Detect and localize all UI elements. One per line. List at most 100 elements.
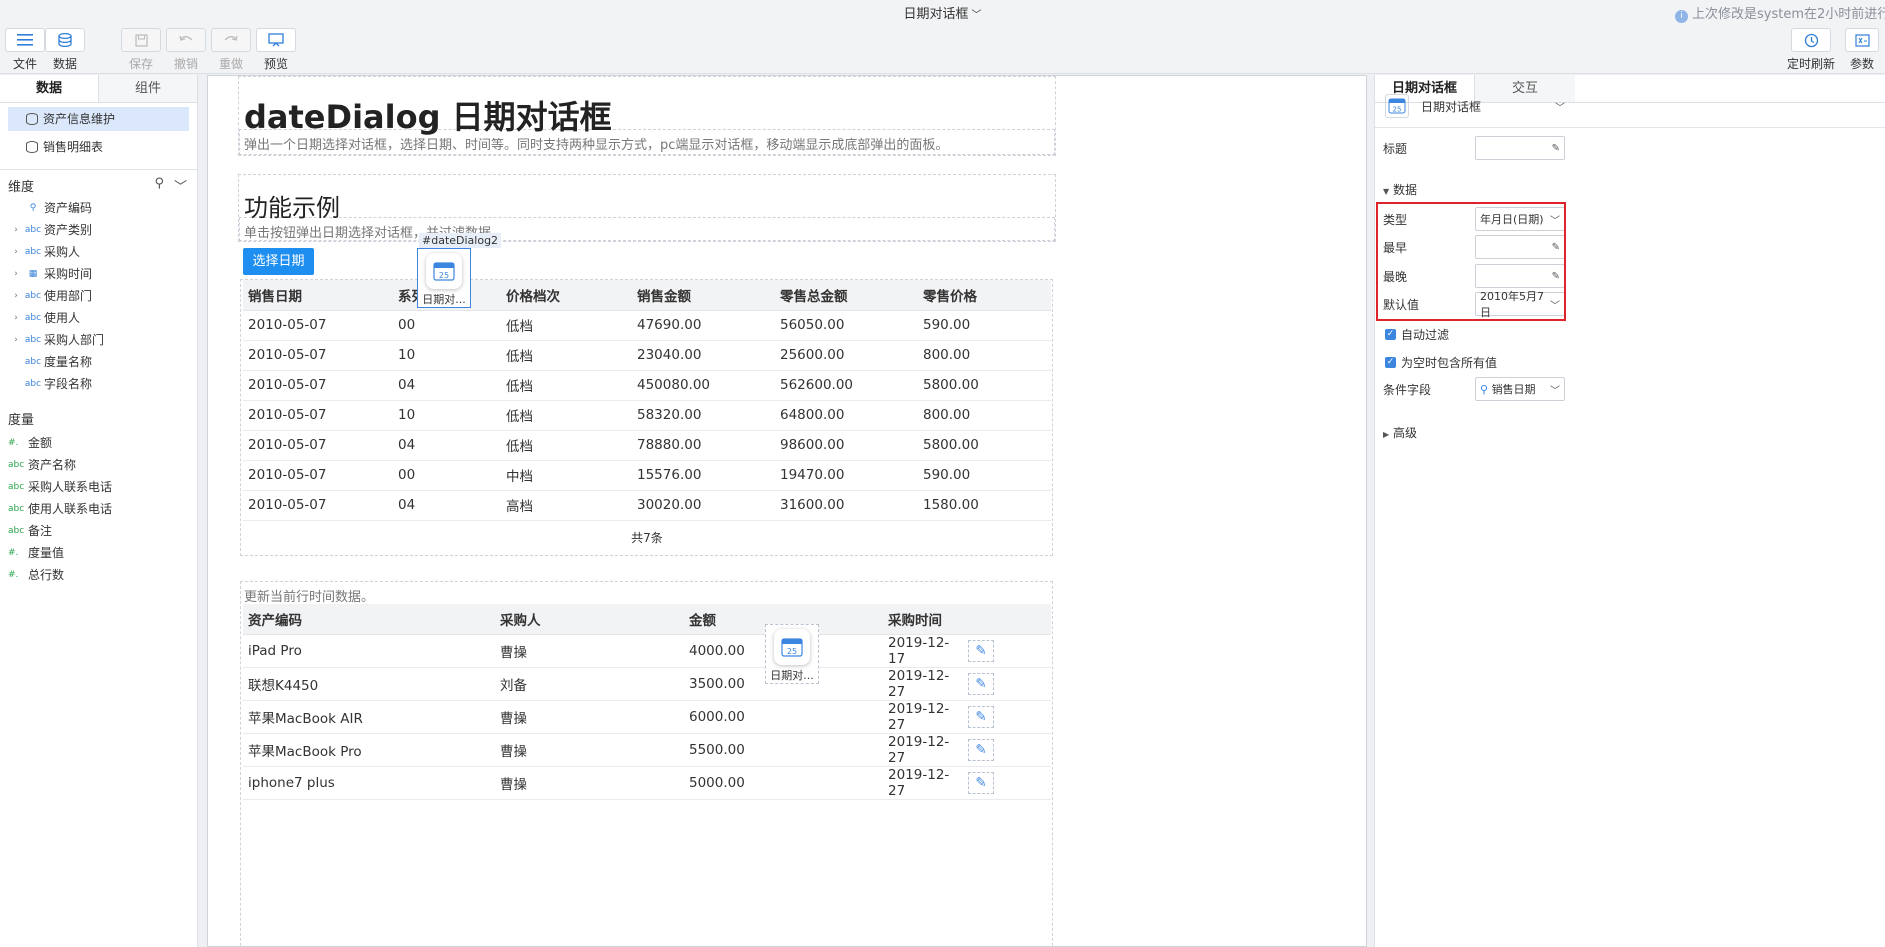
table-cell: 曹操 [495, 700, 684, 734]
edit-icon[interactable]: ✎ [1552, 143, 1560, 154]
row-count: 共7条 [631, 531, 663, 545]
measure-field[interactable]: abc 采购人联系电话 [0, 476, 198, 498]
design-canvas[interactable]: dateDialog 日期对话框 弹出一个日期选择对话框，选择日期、时间等。同时… [207, 75, 1367, 947]
chevron-down-icon[interactable]: ﹀ [174, 176, 187, 195]
column-header[interactable]: 销售日期 [243, 280, 393, 311]
dimension-field[interactable]: abc 度量名称 [10, 351, 197, 373]
title-input[interactable]: ✎ [1475, 136, 1565, 160]
advanced-section-header[interactable]: ▶ 高级 [1375, 422, 1885, 442]
edit-icon[interactable]: ✎ [968, 738, 994, 761]
table-row[interactable]: iphone7 plus 曹操 5000.00 2019-12-27 ✎ [243, 766, 1051, 800]
search-icon[interactable]: ⚲ [154, 176, 164, 195]
dimension-pin-icon: ⚲ [29, 203, 37, 213]
tab-data[interactable]: 数据 [0, 75, 99, 102]
data-button[interactable]: 数据 [42, 28, 88, 72]
table-cell: 低档 [501, 430, 632, 461]
edit-cell: ✎ [963, 733, 1051, 767]
measure-field[interactable]: abc 使用人联系电话 [0, 498, 198, 520]
svg-text:25: 25 [787, 647, 797, 656]
table-row[interactable]: 2010-05-07 04 高档 30020.00 31600.00 1580.00 [243, 490, 1051, 521]
measure-field[interactable]: #. 度量值 [0, 542, 198, 564]
column-header[interactable]: 价格档次 [501, 280, 632, 311]
text-type-icon: abc [24, 379, 42, 389]
save-button[interactable]: 保存 [118, 28, 164, 72]
text-type-icon: abc [24, 335, 42, 345]
measure-field[interactable]: #. 总行数 [0, 564, 198, 586]
measure-field[interactable]: #. 金额 [0, 432, 198, 454]
table-cell: 低档 [501, 370, 632, 401]
include-all-checkbox[interactable]: ✓ 为空时包含所有值 [1385, 354, 1497, 371]
table-row[interactable]: 2010-05-07 00 中档 15576.00 19470.00 590.00 [243, 460, 1051, 491]
dimension-header: 维度 ⚲ ﹀ [8, 176, 187, 195]
dimension-field[interactable]: abc 字段名称 [10, 373, 197, 395]
chevron-down-icon: ﹀ [1555, 102, 1565, 114]
caret-right-icon: ▶ [1383, 429, 1390, 439]
undo-button[interactable]: 撤销 [163, 28, 209, 72]
data-section-header[interactable]: ▼ 数据 [1375, 179, 1885, 199]
dimension-field[interactable]: › abc 采购人部门 [10, 329, 197, 351]
table-row[interactable]: 2010-05-07 10 低档 23040.00 25600.00 800.00 [243, 340, 1051, 371]
table-row[interactable]: 2010-05-07 00 低档 47690.00 56050.00 590.00 [243, 310, 1051, 341]
table-row[interactable]: 联想K4450 刘备 3500.00 2019-12-27 ✎ [243, 667, 1051, 701]
dimension-field[interactable]: › abc 使用部门 [10, 285, 197, 307]
table-row[interactable]: 2010-05-07 04 低档 450080.00 562600.00 5800.00 [243, 370, 1051, 401]
scheduled-refresh-button[interactable]: 定时刷新 [1783, 28, 1839, 72]
table-cell: 00 [393, 310, 501, 341]
column-header[interactable]: 零售总金额 [775, 280, 918, 311]
tab-components[interactable]: 组件 [99, 75, 197, 102]
edit-icon[interactable]: ✎ [968, 705, 994, 728]
column-header[interactable]: 资产编码 [243, 604, 495, 635]
text-type-icon: abc [8, 482, 25, 492]
parameters-button[interactable]: 参数 [1842, 28, 1882, 72]
table-cell: 曹操 [495, 634, 684, 668]
date-dialog-component[interactable]: 25 日期对... [765, 624, 819, 684]
table-row[interactable]: iPad Pro 曹操 4000.00 2019-12-17 ✎ [243, 634, 1051, 668]
dimension-field[interactable]: ⚲ 资产编码 [10, 197, 197, 219]
measure-section: 度量 #. 金额 abc 资产名称 abc 采购人联系电话 abc 使用人联系电话 abc 备注 #… [0, 405, 198, 586]
table-cell: 04 [393, 430, 501, 461]
table-row[interactable]: 苹果MacBook Pro 曹操 5500.00 2019-12-27 ✎ [243, 733, 1051, 767]
component-selector[interactable]: 25 日期对话框 ﹀ [1375, 93, 1885, 119]
column-header[interactable]: 销售金额 [632, 280, 775, 311]
table-row[interactable]: 2010-05-07 10 低档 58320.00 64800.00 800.00 [243, 400, 1051, 431]
date-dialog-component-selected[interactable]: 25 日期对... [417, 248, 471, 308]
table-row[interactable]: 苹果MacBook AIR 曹操 6000.00 2019-12-27 ✎ [243, 700, 1051, 734]
dimension-field[interactable]: › ▦ 采购时间 [10, 263, 197, 285]
select-date-button[interactable]: 选择日期 [243, 248, 314, 275]
table-cell: 25600.00 [775, 340, 918, 371]
text-type-icon: abc [24, 291, 42, 301]
calendar-icon: 25 [1385, 94, 1409, 118]
dimension-field[interactable]: › abc 采购人 [10, 241, 197, 263]
table2-description: 更新当前行时间数据。 [244, 590, 375, 605]
section-title: 功能示例 [244, 194, 340, 222]
condition-field-select[interactable]: ⚲ 销售日期 ﹀ [1475, 377, 1565, 401]
edit-icon[interactable]: ✎ [968, 771, 994, 794]
table-cell: 2010-05-07 [243, 400, 393, 431]
table-cell: 2010-05-07 [243, 310, 393, 341]
measure-field[interactable]: abc 资产名称 [0, 454, 198, 476]
table-row[interactable]: 2010-05-07 04 低档 78880.00 98600.00 5800.00 [243, 430, 1051, 461]
measure-field[interactable]: abc 备注 [0, 520, 198, 542]
preview-button[interactable]: 预览 [253, 28, 299, 72]
dataset-sales-detail[interactable]: 销售明细表 [8, 135, 189, 159]
table-cell: 苹果MacBook Pro [243, 733, 495, 767]
parameter-icon [1854, 33, 1870, 47]
edit-icon[interactable]: ✎ [968, 639, 994, 662]
table-cell: 联想K4450 [243, 667, 495, 701]
column-header[interactable]: 零售价格 [918, 280, 1051, 311]
edit-icon[interactable]: ✎ [968, 672, 994, 695]
text-type-icon: abc [24, 247, 42, 257]
document-title[interactable]: 日期对话框 ﹀ [0, 3, 1885, 22]
dimension-field[interactable]: › abc 资产类别 [10, 219, 197, 241]
column-header[interactable]: 采购人 [495, 604, 684, 635]
dimension-field[interactable]: › abc 使用人 [10, 307, 197, 329]
auto-filter-checkbox[interactable]: ✓ 自动过滤 [1385, 326, 1449, 343]
table-cell: 2010-05-07 [243, 490, 393, 521]
table-cell: 曹操 [495, 766, 684, 800]
redo-button[interactable]: 重做 [208, 28, 254, 72]
component-id-tag: #dateDialog2 [419, 233, 502, 248]
table-cell: 98600.00 [775, 430, 918, 461]
column-header[interactable]: 采购时间 [883, 604, 963, 635]
table-cell: 15576.00 [632, 460, 775, 491]
dataset-asset-info[interactable]: 资产信息维护 [8, 107, 189, 131]
